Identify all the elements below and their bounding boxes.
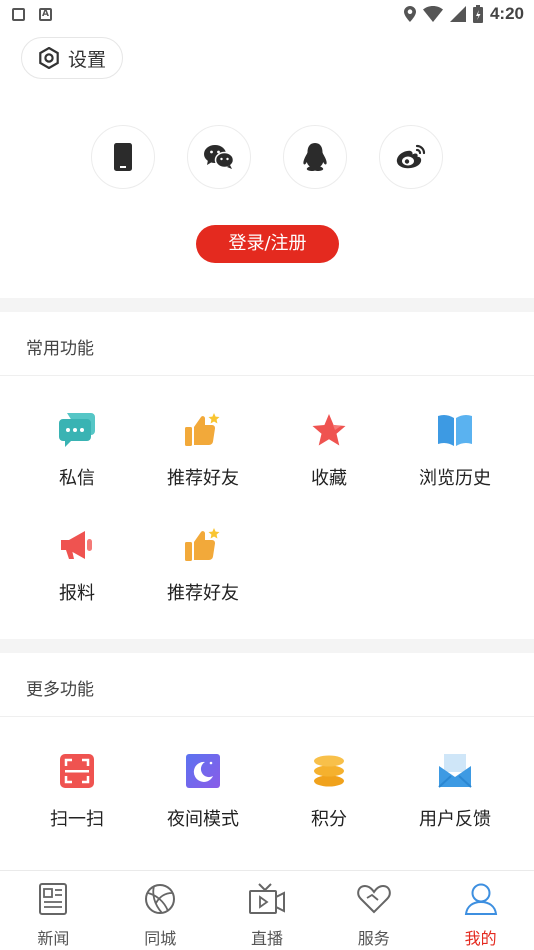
scan-tile[interactable]: 扫一扫 (14, 721, 140, 836)
report-tile[interactable]: 报料 (14, 495, 140, 610)
weibo-login-button[interactable] (379, 125, 443, 189)
message-tile[interactable]: 私信 (14, 380, 140, 495)
heart-icon (357, 884, 391, 914)
wechat-icon (204, 145, 234, 169)
news-icon (39, 883, 68, 915)
qq-login-button[interactable] (283, 125, 347, 189)
weibo-icon (396, 144, 426, 169)
wechat-login-button[interactable] (187, 125, 251, 189)
phone-login-button[interactable] (91, 125, 155, 189)
divider-line (0, 716, 534, 717)
coins-icon (314, 755, 344, 787)
divider-line (0, 375, 534, 376)
recommend-friend-tile[interactable]: 推荐好友 (140, 380, 266, 495)
nav-label: 同城 (144, 929, 177, 948)
recommend-friend-tile-2[interactable]: 推荐好友 (140, 495, 266, 610)
tv-icon (248, 883, 285, 914)
book-icon (438, 414, 472, 446)
gear-icon (39, 47, 59, 69)
more-functions-title: 更多功能 (26, 680, 94, 700)
user-icon (464, 883, 497, 915)
clock: 4:20 (489, 4, 524, 23)
tile-label: 扫一扫 (50, 809, 104, 830)
nav-news[interactable]: 新闻 (0, 871, 107, 950)
tile-label: 用户反馈 (419, 809, 491, 830)
location-icon (403, 6, 416, 22)
more-functions-grid: 扫一扫 夜间模式 积分 用户反馈 (0, 721, 534, 836)
nav-city[interactable]: 同城 (107, 871, 214, 950)
tile-label: 报料 (59, 583, 95, 604)
points-tile[interactable]: 积分 (266, 721, 392, 836)
tile-label: 私信 (59, 468, 95, 489)
nav-mine[interactable]: 我的 (427, 871, 534, 950)
nav-label: 服务 (357, 929, 390, 948)
scan-icon (60, 754, 94, 788)
tile-label: 夜间模式 (167, 809, 239, 830)
star-icon (312, 414, 346, 446)
thumbs-up-icon (185, 528, 220, 561)
text-icon: A (39, 7, 52, 21)
settings-button[interactable]: 设置 (21, 37, 123, 79)
tile-label: 收藏 (311, 468, 347, 489)
browse-history-tile[interactable]: 浏览历史 (392, 380, 518, 495)
tile-label: 积分 (311, 809, 347, 830)
section-divider (0, 298, 534, 312)
night-mode-tile[interactable]: 夜间模式 (140, 721, 266, 836)
megaphone-icon (61, 531, 92, 559)
login-register-button[interactable]: 登录/注册 (196, 225, 339, 263)
login-methods (0, 125, 534, 189)
notification-icon (12, 7, 25, 21)
nav-label: 我的 (464, 929, 497, 948)
mail-icon (438, 754, 472, 788)
status-bar: A 4:20 (0, 0, 534, 28)
favorites-tile[interactable]: 收藏 (266, 380, 392, 495)
section-divider (0, 639, 534, 653)
city-icon (145, 884, 176, 914)
feedback-tile[interactable]: 用户反馈 (392, 721, 518, 836)
common-functions-title: 常用功能 (26, 339, 94, 359)
moon-icon (186, 754, 220, 788)
tile-label: 推荐好友 (167, 583, 239, 604)
thumbs-up-icon (185, 413, 220, 446)
nav-service[interactable]: 服务 (320, 871, 427, 950)
phone-icon (114, 143, 132, 171)
tile-label: 推荐好友 (167, 468, 239, 489)
wifi-icon (422, 6, 443, 22)
message-icon (59, 413, 95, 447)
bottom-nav: 新闻 同城 直播 服务 我的 (0, 870, 534, 950)
settings-label: 设置 (68, 48, 107, 71)
nav-label: 新闻 (37, 929, 70, 948)
common-functions-grid: 私信 推荐好友 收藏 浏览历史 报料 推荐好友 (0, 380, 534, 610)
nav-label: 直播 (250, 929, 283, 948)
qq-icon (303, 143, 327, 171)
signal-icon (449, 6, 466, 22)
tile-label: 浏览历史 (419, 468, 491, 489)
nav-live[interactable]: 直播 (214, 871, 321, 950)
battery-icon (472, 5, 483, 23)
